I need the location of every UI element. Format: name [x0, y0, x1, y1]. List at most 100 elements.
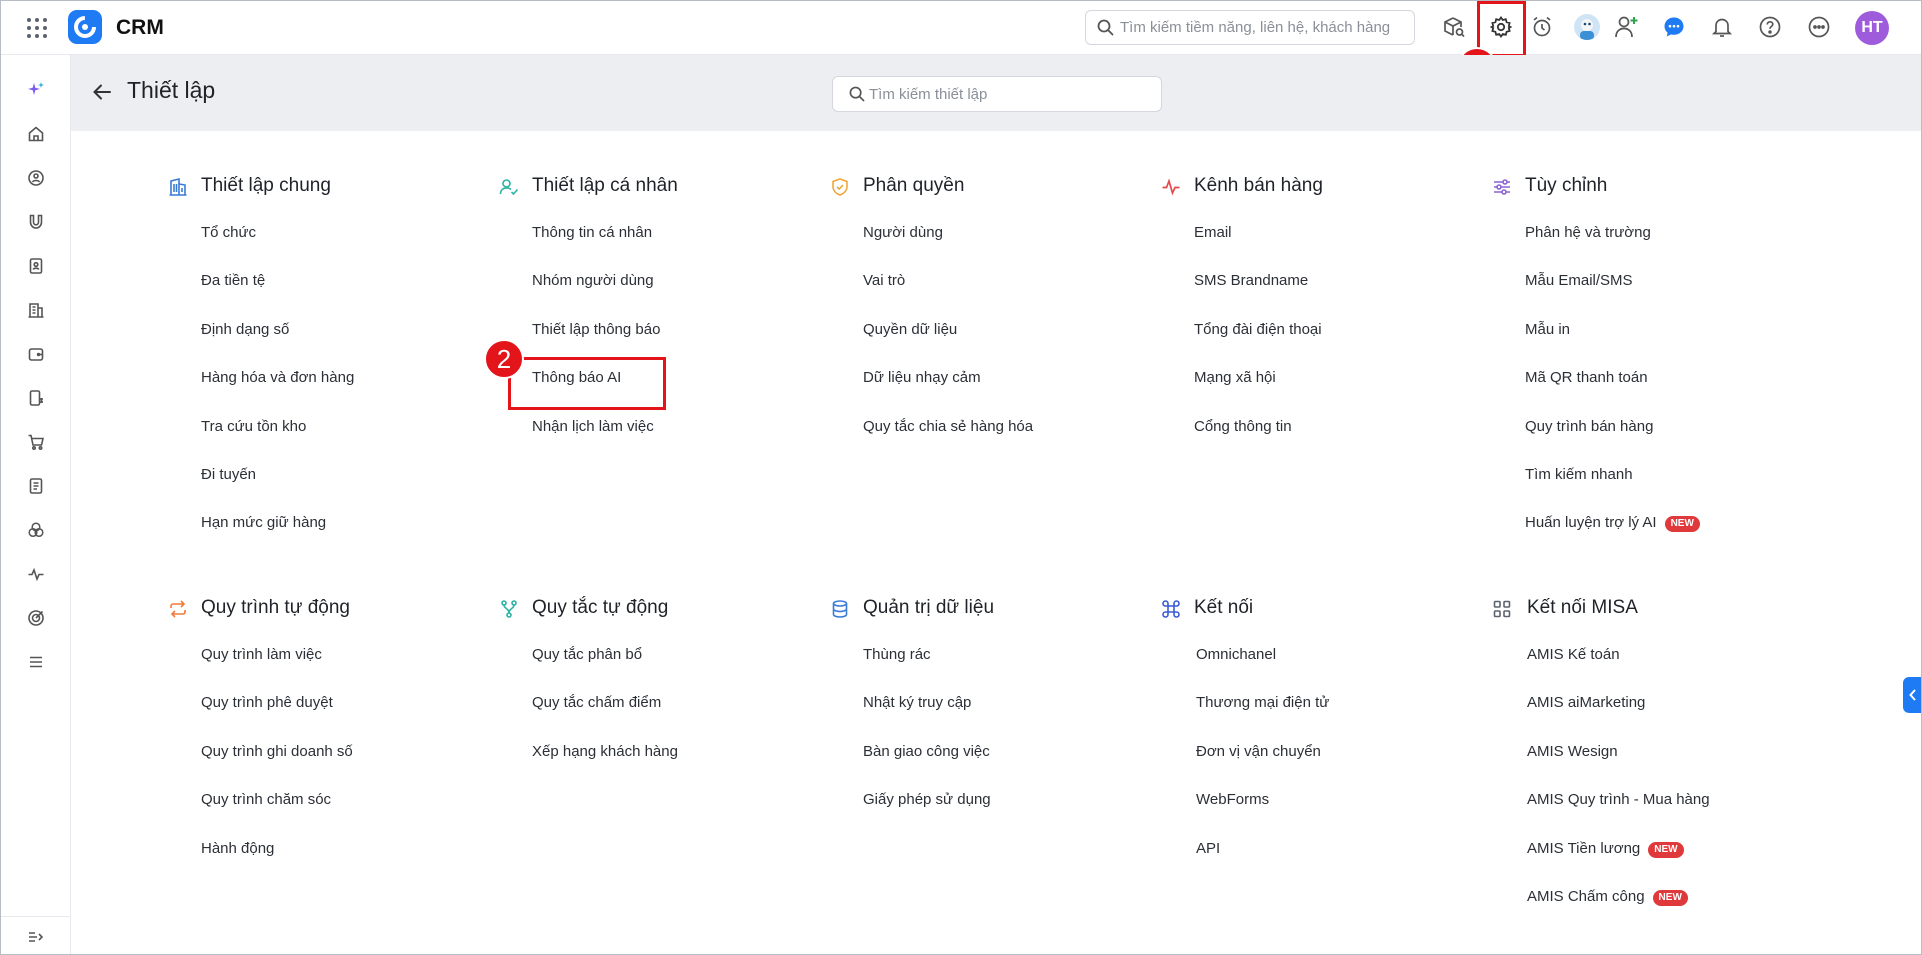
- app-grid-icon[interactable]: [25, 16, 49, 40]
- section-kenh-ban-hang: Kênh bán hàng Email SMS Brandname Tổng đ…: [1160, 173, 1460, 435]
- help-icon[interactable]: [1756, 13, 1784, 41]
- highlight-thong-bao-ai-box: [508, 357, 666, 410]
- magnet-icon[interactable]: [25, 211, 47, 233]
- setting-link-omnichanel[interactable]: Omnichanel: [1196, 646, 1329, 694]
- setting-link-api[interactable]: API: [1196, 840, 1329, 888]
- setting-link-thung-rac[interactable]: Thùng rác: [863, 646, 991, 694]
- section-ket-noi-misa: Kết nối MISA AMIS Kế toán AMIS aiMarketi…: [1491, 595, 1791, 906]
- global-search-input[interactable]: [1120, 11, 1408, 44]
- rail-expand-button[interactable]: [1, 916, 70, 954]
- settings-search[interactable]: [832, 76, 1162, 112]
- top-bar: CRM Tìm kiếm tiềm năng, liên hệ, khách h…: [1, 1, 1921, 55]
- target-icon[interactable]: [25, 607, 47, 629]
- page-header: Thiết lập: [71, 55, 1921, 131]
- setting-link-da-tien-te[interactable]: Đa tiền tệ: [201, 272, 354, 320]
- grid-icon: [1491, 598, 1513, 620]
- section-thiet-lap-ca-nhan: Thiết lập cá nhân Thông tin cá nhân Nhóm…: [498, 173, 798, 435]
- setting-link-amis-aimarketing[interactable]: AMIS aiMarketing: [1527, 694, 1710, 742]
- new-badge: NEW: [1648, 841, 1684, 858]
- setting-link-amis-tien-luong[interactable]: AMIS Tiền lương NEW: [1527, 840, 1710, 888]
- ai-sparkle-icon[interactable]: [25, 79, 47, 101]
- setting-link-to-chuc[interactable]: Tổ chức: [201, 224, 354, 272]
- setting-link-xep-hang-khach-hang[interactable]: Xếp hạng khách hàng: [532, 743, 678, 791]
- menu-icon[interactable]: [25, 651, 47, 673]
- setting-link-nhom-nguoi-dung[interactable]: Nhóm người dùng: [532, 272, 660, 320]
- setting-link-ban-giao-cong-viec[interactable]: Bàn giao công việc: [863, 743, 991, 791]
- setting-link-quy-trinh-phe-duyet[interactable]: Quy trình phê duyệt: [201, 694, 353, 742]
- setting-link-mau-in[interactable]: Mẫu in: [1525, 321, 1700, 369]
- settings-search-input[interactable]: [869, 77, 1153, 111]
- left-rail: [1, 55, 71, 954]
- repeat-icon: [167, 598, 189, 620]
- command-icon: [1160, 598, 1182, 620]
- setting-link-thong-tin-ca-nhan[interactable]: Thông tin cá nhân: [532, 224, 660, 272]
- setting-link-quy-tac-cham-diem[interactable]: Quy tắc chấm điểm: [532, 694, 678, 742]
- setting-link-quyen-du-lieu[interactable]: Quyền dữ liệu: [863, 321, 1033, 369]
- setting-link-hang-hoa-don-hang[interactable]: Hàng hóa và đơn hàng: [201, 369, 354, 417]
- setting-link-nhat-ky-truy-cap[interactable]: Nhật ký truy cập: [863, 694, 991, 742]
- setting-link-huan-luyen-tro-ly-ai[interactable]: Huấn luyện trợ lý AI NEW: [1525, 514, 1700, 562]
- setting-link-tim-kiem-nhanh[interactable]: Tìm kiếm nhanh: [1525, 466, 1700, 514]
- setting-link-quy-tac-phan-bo[interactable]: Quy tắc phân bổ: [532, 646, 678, 694]
- lead-icon[interactable]: [25, 167, 47, 189]
- setting-link-cong-thong-tin[interactable]: Cổng thông tin: [1194, 418, 1322, 466]
- activity-icon[interactable]: [25, 563, 47, 585]
- setting-link-amis-wesign[interactable]: AMIS Wesign: [1527, 743, 1710, 791]
- wallet-icon[interactable]: [25, 343, 47, 365]
- setting-link-tong-dai[interactable]: Tổng đài điện thoại: [1194, 321, 1322, 369]
- bell-icon[interactable]: [1708, 13, 1736, 41]
- setting-link-phan-he-va-truong[interactable]: Phân hệ và trường: [1525, 224, 1700, 272]
- setting-link-amis-quy-trinh-mua-hang[interactable]: AMIS Quy trình - Mua hàng: [1527, 791, 1710, 839]
- setting-link-hanh-dong[interactable]: Hành động: [201, 840, 353, 888]
- setting-link-du-lieu-nhay-cam[interactable]: Dữ liệu nhạy cảm: [863, 369, 1033, 417]
- setting-link-mau-email-sms[interactable]: Mẫu Email/SMS: [1525, 272, 1700, 320]
- back-arrow-icon[interactable]: [91, 81, 113, 108]
- home-icon[interactable]: [25, 123, 47, 145]
- alarm-clock-icon[interactable]: [1528, 13, 1556, 41]
- setting-link-quy-trinh-ghi-doanh-so[interactable]: Quy trình ghi doanh số: [201, 743, 353, 791]
- setting-link-don-vi-van-chuyen[interactable]: Đơn vị vận chuyển: [1196, 743, 1329, 791]
- page-title: Thiết lập: [127, 77, 216, 103]
- setting-link-ma-qr[interactable]: Mã QR thanh toán: [1525, 369, 1700, 417]
- setting-link-mang-xa-hoi[interactable]: Mạng xã hội: [1194, 369, 1322, 417]
- global-search[interactable]: [1085, 10, 1415, 45]
- user-avatar[interactable]: HT: [1855, 11, 1889, 45]
- app-window: CRM Tìm kiếm tiềm năng, liên hệ, khách h…: [0, 0, 1922, 955]
- document-icon[interactable]: [25, 475, 47, 497]
- side-panel-toggle[interactable]: [1903, 677, 1921, 713]
- section-quy-trinh-tu-dong: Quy trình tự động Quy trình làm việc Quy…: [167, 595, 467, 857]
- invoice-icon[interactable]: [25, 387, 47, 409]
- setting-link-quy-trinh-cham-soc[interactable]: Quy trình chăm sóc: [201, 791, 353, 839]
- more-icon[interactable]: [1805, 13, 1833, 41]
- assistant-avatar[interactable]: [1574, 14, 1600, 40]
- cube-search-icon[interactable]: [1440, 13, 1468, 41]
- setting-link-amis-cham-cong[interactable]: AMIS Chấm công NEW: [1527, 888, 1710, 936]
- add-user-icon[interactable]: [1613, 13, 1641, 41]
- setting-link-nguoi-dung[interactable]: Người dùng: [863, 224, 1033, 272]
- building-icon[interactable]: [25, 299, 47, 321]
- setting-link-email[interactable]: Email: [1194, 224, 1322, 272]
- setting-link-quy-tac-chia-se[interactable]: Quy tắc chia sẻ hàng hóa: [863, 418, 1033, 466]
- setting-link-di-tuyen[interactable]: Đi tuyến: [201, 466, 354, 514]
- setting-link-thuong-mai-dien-tu[interactable]: Thương mại điện tử: [1196, 694, 1329, 742]
- circles-icon[interactable]: [25, 519, 47, 541]
- setting-link-nhan-lich-lam-viec[interactable]: Nhận lịch làm việc: [532, 418, 660, 466]
- setting-link-quy-trinh-lam-viec[interactable]: Quy trình làm việc: [201, 646, 353, 694]
- setting-link-tra-cuu-ton-kho[interactable]: Tra cứu tồn kho: [201, 418, 354, 466]
- contact-book-icon[interactable]: [25, 255, 47, 277]
- setting-link-dinh-dang-so[interactable]: Định dạng số: [201, 321, 354, 369]
- setting-link-vai-tro[interactable]: Vai trò: [863, 272, 1033, 320]
- cart-icon[interactable]: [25, 431, 47, 453]
- setting-link-giay-phep-su-dung[interactable]: Giấy phép sử dụng: [863, 791, 991, 839]
- setting-link-amis-ke-toan[interactable]: AMIS Kế toán: [1527, 646, 1710, 694]
- setting-link-han-muc-giu-hang[interactable]: Hạn mức giữ hàng: [201, 514, 354, 562]
- item-label: AMIS Tiền lương: [1527, 839, 1641, 857]
- chat-bubble-icon[interactable]: [1660, 13, 1688, 41]
- section-title: Phân quyền: [863, 175, 965, 196]
- sliders-icon: [1491, 176, 1513, 198]
- pulse-icon: [1160, 176, 1182, 198]
- setting-link-sms-brandname[interactable]: SMS Brandname: [1194, 272, 1322, 320]
- crm-logo[interactable]: [68, 10, 102, 44]
- setting-link-webforms[interactable]: WebForms: [1196, 791, 1329, 839]
- setting-link-quy-trinh-ban-hang[interactable]: Quy trình bán hàng: [1525, 418, 1700, 466]
